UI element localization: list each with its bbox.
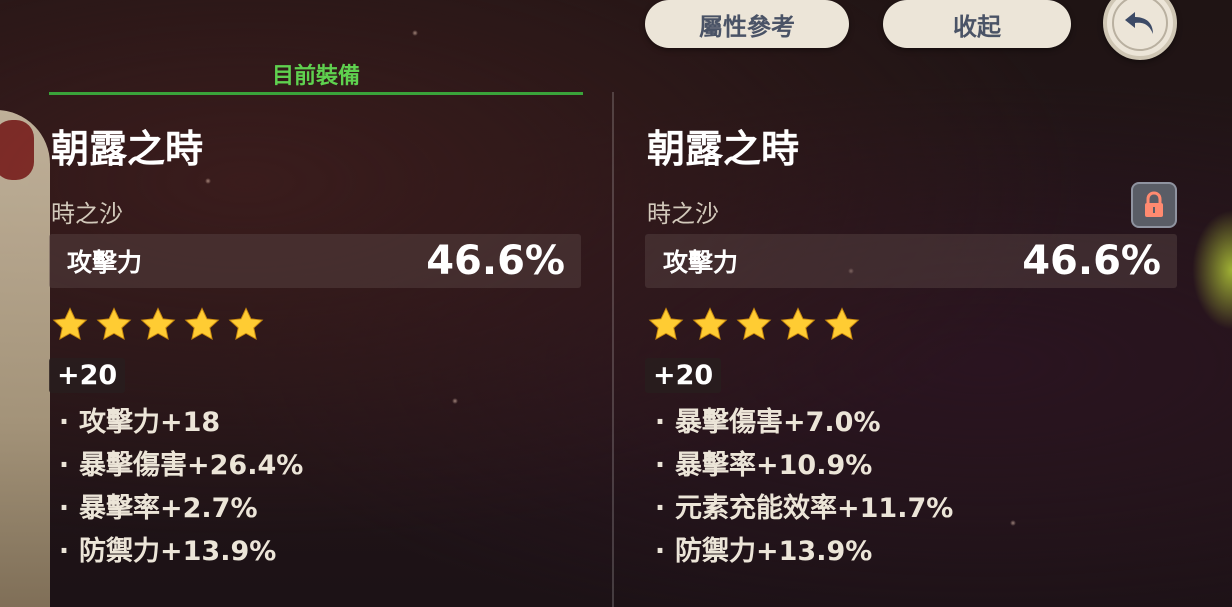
substat-item: · 暴擊傷害+7.0% xyxy=(645,401,1177,444)
equipped-tab-label: 目前裝備 xyxy=(271,64,360,89)
star-icon xyxy=(691,306,729,350)
main-stat-row: 攻擊力 46.6% xyxy=(645,234,1177,288)
star-icon xyxy=(647,306,685,350)
bullet-icon: · xyxy=(654,450,666,481)
collapse-button[interactable]: 收起 xyxy=(883,0,1071,48)
main-stat-label: 攻擊力 xyxy=(663,248,739,277)
substat-item: · 元素充能效率+11.7% xyxy=(645,487,1177,530)
substat-item: · 攻擊力+18 xyxy=(49,401,581,444)
star-icon xyxy=(139,306,177,350)
back-button-inner xyxy=(1112,0,1168,51)
substat-text: 暴擊率+10.9% xyxy=(675,450,873,481)
bullet-icon: · xyxy=(654,407,666,438)
background-glow xyxy=(1192,210,1232,330)
substat-text: 暴擊傷害+7.0% xyxy=(675,407,881,438)
lock-toggle-button[interactable] xyxy=(1131,182,1177,228)
artifact-level: +20 xyxy=(49,358,126,393)
character-silhouette xyxy=(0,110,50,607)
substat-list: · 攻擊力+18 · 暴擊傷害+26.4% · 暴擊率+2.7% · 防禦力+13.9% xyxy=(49,401,581,573)
main-stat-value: 46.6% xyxy=(426,238,565,284)
lock-icon xyxy=(1145,191,1163,217)
star-icon xyxy=(823,306,861,350)
rarity-stars xyxy=(645,306,1177,350)
bullet-icon: · xyxy=(58,536,70,567)
bullet-icon: · xyxy=(58,493,70,524)
back-button[interactable] xyxy=(1103,0,1177,60)
substat-list: · 暴擊傷害+7.0% · 暴擊率+10.9% · 元素充能效率+11.7% · 防禦力+13… xyxy=(645,401,1177,573)
character-headband xyxy=(0,120,34,180)
panel-divider xyxy=(612,92,614,607)
substat-text: 防禦力+13.9% xyxy=(675,536,873,567)
substat-item: · 防禦力+13.9% xyxy=(645,530,1177,573)
sparkle xyxy=(412,30,418,36)
artifact-level: +20 xyxy=(645,358,722,393)
star-icon xyxy=(779,306,817,350)
artifact-name: 朝露之時 xyxy=(51,127,204,171)
compare-artifact-panel: 朝露之時 時之沙 攻擊力 46.6% +20 · 暴擊傷害+7.0% · 暴擊率+10… xyxy=(645,110,1177,573)
main-stat-row: 攻擊力 46.6% xyxy=(49,234,581,288)
bullet-icon: · xyxy=(58,450,70,481)
bullet-icon: · xyxy=(654,536,666,567)
main-stat-label: 攻擊力 xyxy=(67,248,143,277)
bullet-icon: · xyxy=(58,407,70,438)
substat-text: 攻擊力+18 xyxy=(79,407,221,438)
artifact-name: 朝露之時 xyxy=(647,127,800,171)
current-artifact-panel: 朝露之時 時之沙 攻擊力 46.6% +20 · 攻擊力+18 · 暴擊傷害+26.4… xyxy=(49,110,581,573)
star-icon xyxy=(227,306,265,350)
undo-arrow-icon xyxy=(1125,12,1153,34)
star-icon xyxy=(183,306,221,350)
star-icon xyxy=(735,306,773,350)
rarity-stars xyxy=(49,306,581,350)
attribute-reference-button[interactable]: 屬性參考 xyxy=(645,0,849,48)
substat-text: 暴擊率+2.7% xyxy=(79,493,258,524)
star-icon xyxy=(51,306,89,350)
substat-item: · 暴擊率+2.7% xyxy=(49,487,581,530)
substat-item: · 暴擊傷害+26.4% xyxy=(49,444,581,487)
artifact-slot-type: 時之沙 xyxy=(51,200,123,228)
substat-text: 元素充能效率+11.7% xyxy=(675,493,954,524)
substat-text: 防禦力+13.9% xyxy=(79,536,277,567)
main-stat-value: 46.6% xyxy=(1022,238,1161,284)
equipped-tab-underline xyxy=(49,92,583,95)
bullet-icon: · xyxy=(654,493,666,524)
artifact-slot-type: 時之沙 xyxy=(647,200,719,228)
substat-item: · 暴擊率+10.9% xyxy=(645,444,1177,487)
substat-text: 暴擊傷害+26.4% xyxy=(79,450,304,481)
star-icon xyxy=(95,306,133,350)
substat-item: · 防禦力+13.9% xyxy=(49,530,581,573)
